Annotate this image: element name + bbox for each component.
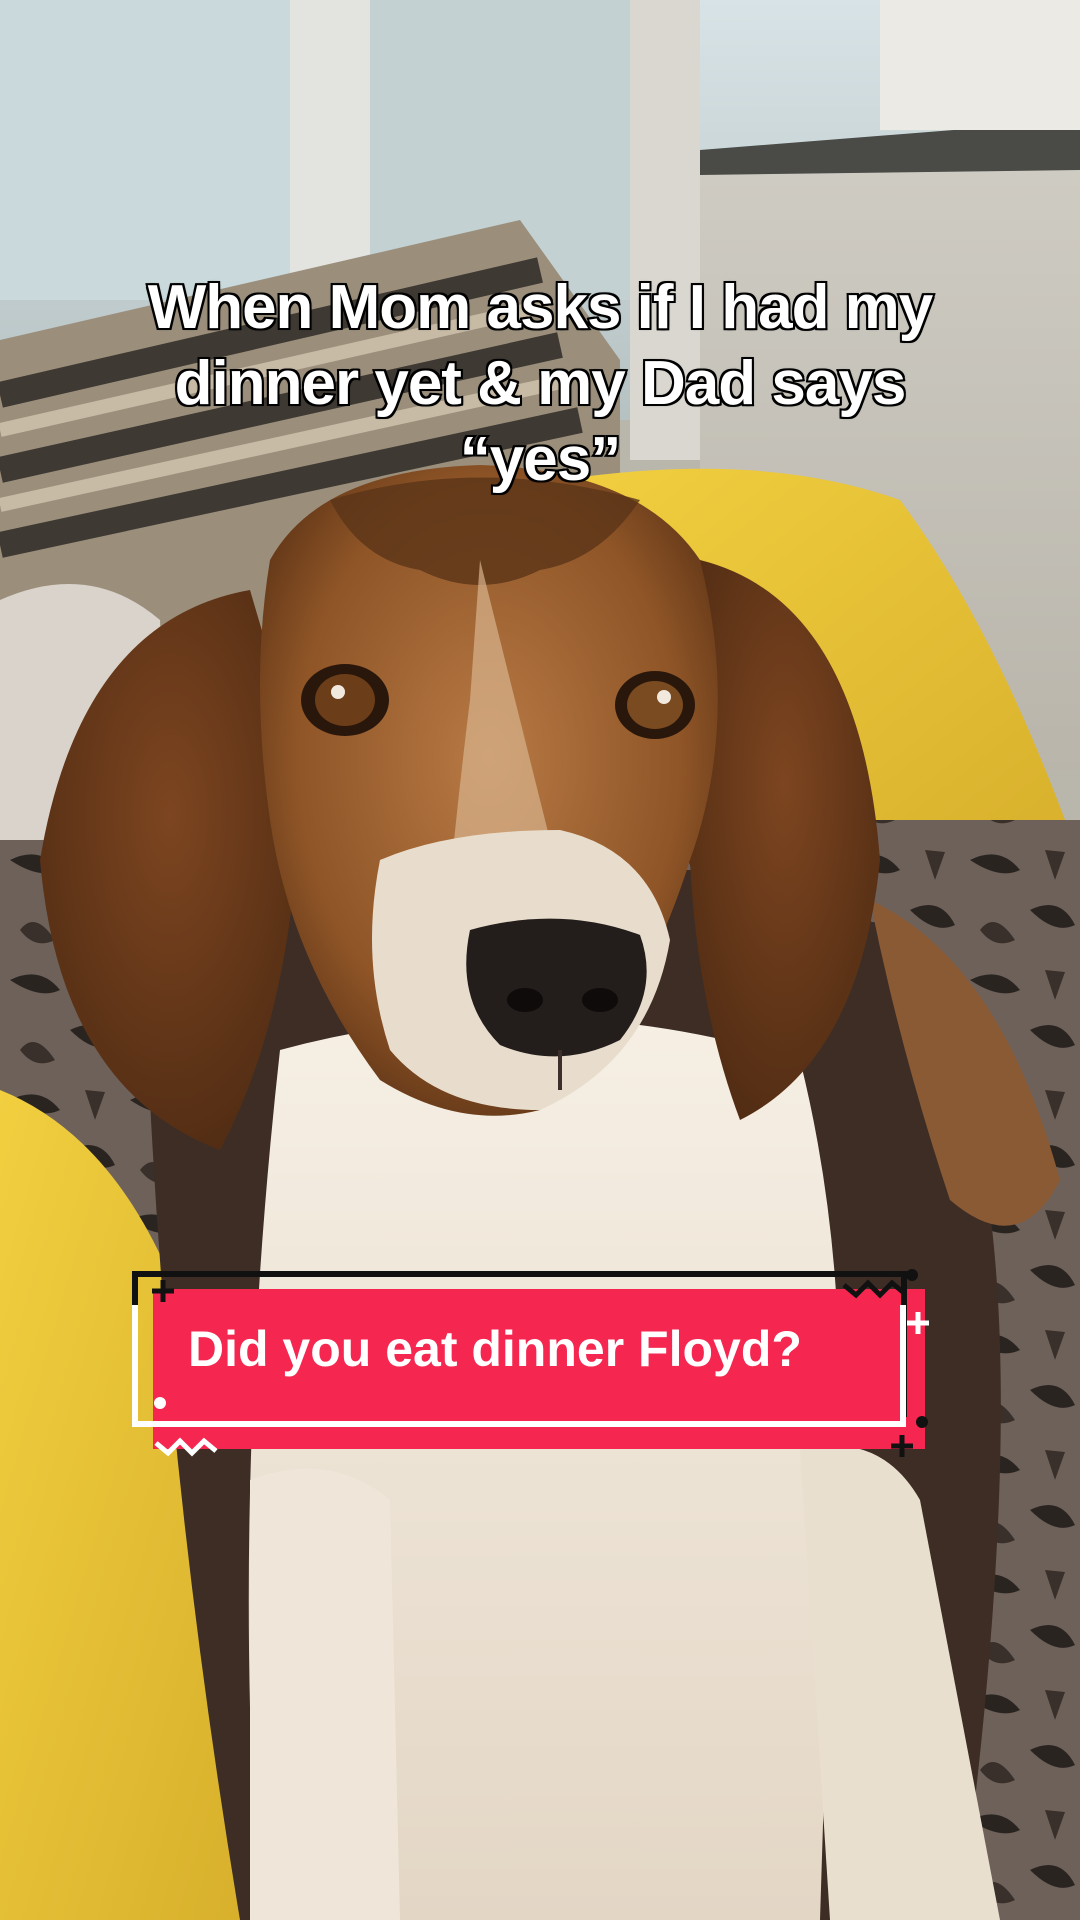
- plus-sparkle-icon: [891, 1435, 913, 1457]
- dot-icon: [916, 1416, 928, 1428]
- dot-icon: [906, 1269, 918, 1281]
- dot-icon: [154, 1397, 166, 1409]
- caption-line-1: When Mom asks if I had my: [146, 271, 936, 344]
- plus-sparkle-icon: [907, 1312, 929, 1334]
- caption-line-2: dinner yet & my Dad says: [173, 347, 909, 420]
- plus-sparkle-icon: [152, 1280, 174, 1302]
- zigzag-icon: [842, 1279, 906, 1299]
- question-sticker: Did you eat dinner Floyd?: [128, 1265, 929, 1465]
- zigzag-icon: [154, 1437, 218, 1457]
- sticker-decorations: [152, 1269, 929, 1457]
- caption-line-3: “yes”: [458, 423, 623, 496]
- caption-text: When Mom asks if I had my dinner yet & m…: [110, 270, 970, 498]
